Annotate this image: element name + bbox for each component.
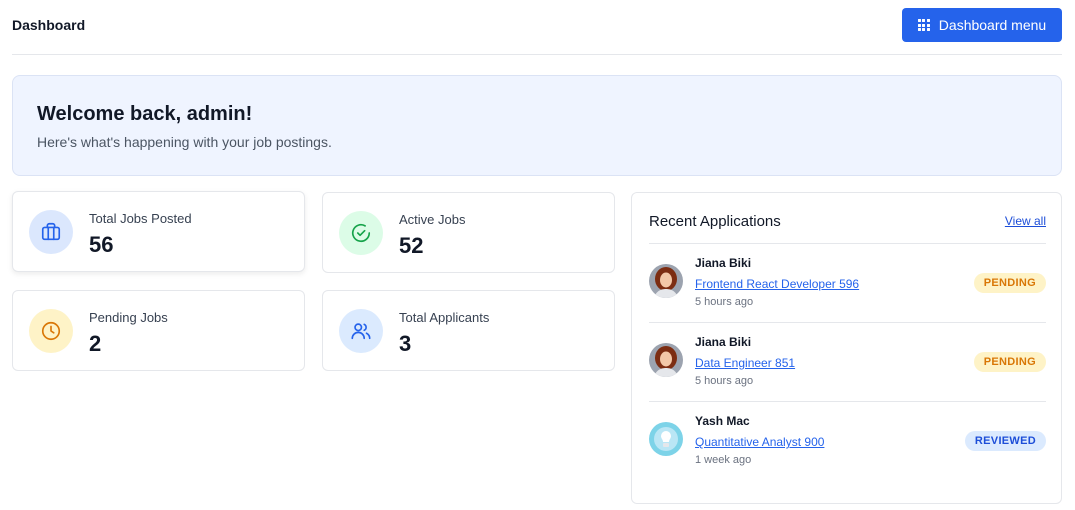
stat-card-active-jobs[interactable]: Active Jobs 52 <box>322 192 615 273</box>
users-icon <box>339 309 383 353</box>
application-time: 1 week ago <box>695 454 752 466</box>
recent-applications-title: Recent Applications <box>649 213 781 230</box>
status-badge: PENDING <box>973 273 1046 293</box>
application-time: 5 hours ago <box>695 375 754 387</box>
stat-label: Pending Jobs <box>89 310 168 325</box>
application-row: Jiana Biki Data Engineer 851 5 hours ago… <box>649 323 1046 402</box>
welcome-banner: Welcome back, admin! Here's what's happe… <box>12 75 1062 176</box>
briefcase-icon <box>29 210 73 254</box>
welcome-subtitle: Here's what's happening with your job po… <box>37 134 332 150</box>
dashboard-menu-button[interactable]: Dashboard menu <box>902 8 1062 42</box>
status-badge: PENDING <box>973 352 1046 372</box>
view-all-link[interactable]: View all <box>1005 214 1046 228</box>
stat-label: Total Applicants <box>399 310 490 325</box>
stat-label: Active Jobs <box>399 212 466 227</box>
stat-value: 52 <box>399 233 424 258</box>
avatar[interactable] <box>649 343 683 377</box>
job-link[interactable]: Data Engineer 851 <box>695 356 795 370</box>
dashboard-menu-label: Dashboard menu <box>938 17 1047 33</box>
application-row: Yash Mac Quantitative Analyst 900 1 week… <box>649 402 1046 481</box>
grid-icon <box>917 19 930 31</box>
status-badge: REVIEWED <box>964 431 1046 451</box>
stat-card-pending-jobs[interactable]: Pending Jobs 2 <box>12 290 305 371</box>
applicant-name: Jiana Biki <box>695 335 752 349</box>
job-link[interactable]: Quantitative Analyst 900 <box>695 435 824 449</box>
stat-value: 3 <box>399 331 412 356</box>
recent-applications-header: Recent Applications View all <box>649 193 1046 244</box>
stat-value: 2 <box>89 331 102 356</box>
application-time: 5 hours ago <box>695 296 754 308</box>
application-row: Jiana Biki Frontend React Developer 596 … <box>649 244 1046 323</box>
applicant-name: Jiana Biki <box>695 256 752 270</box>
stat-label: Total Jobs Posted <box>89 211 192 226</box>
top-bar: Dashboard Dashboard menu <box>12 0 1062 55</box>
stat-card-total-applicants[interactable]: Total Applicants 3 <box>322 290 615 371</box>
clock-icon <box>29 309 73 353</box>
check-circle-icon <box>339 211 383 255</box>
welcome-title: Welcome back, admin! <box>37 103 253 125</box>
recent-applications-panel: Recent Applications View all Jiana Biki … <box>631 192 1062 504</box>
applicant-name: Yash Mac <box>695 414 750 428</box>
avatar[interactable] <box>649 264 683 298</box>
stat-value: 56 <box>89 232 114 257</box>
stat-card-total-jobs[interactable]: Total Jobs Posted 56 <box>12 191 305 272</box>
page-title: Dashboard <box>12 17 86 33</box>
job-link[interactable]: Frontend React Developer 596 <box>695 277 859 291</box>
avatar[interactable] <box>649 422 683 456</box>
